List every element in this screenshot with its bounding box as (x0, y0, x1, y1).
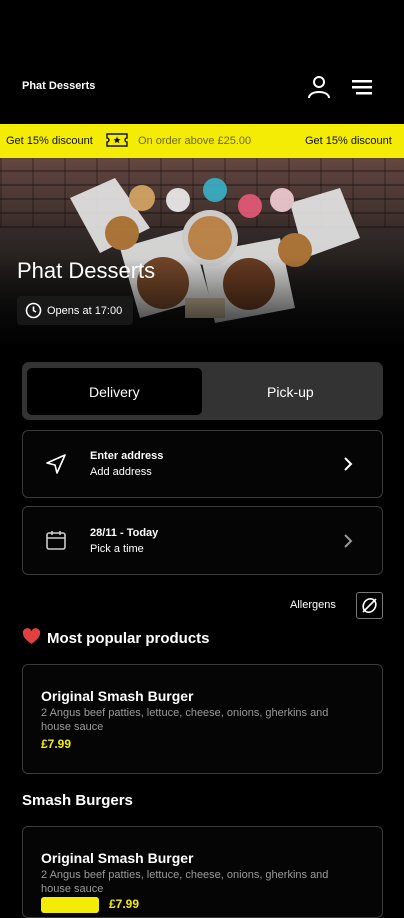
product-name: Original Smash Burger (41, 850, 194, 866)
product-badge (41, 897, 99, 913)
opening-time-badge: Opens at 17:00 (17, 296, 133, 325)
brand-name: Phat Desserts (22, 80, 96, 92)
menu-icon[interactable] (350, 74, 376, 100)
product-price: £7.99 (109, 897, 140, 911)
product-description: 2 Angus beef patties, lettuce, cheese, o… (41, 869, 329, 895)
product-card[interactable]: Original Smash Burger 2 Angus beef patti… (22, 826, 383, 918)
allergens-label[interactable]: Allergens (290, 599, 336, 611)
product-name: Original Smash Burger (41, 688, 194, 704)
heart-icon (22, 628, 41, 651)
ticket-icon (106, 132, 128, 151)
address-subtitle: Add address (90, 466, 152, 478)
promo-middle-text: On order above £25.00 (138, 135, 252, 147)
address-selector[interactable]: Enter address Add address (22, 430, 383, 498)
calendar-icon (45, 529, 67, 556)
location-arrow-icon (45, 453, 67, 480)
address-title: Enter address (90, 450, 164, 462)
allergen-button[interactable] (356, 592, 383, 619)
product-price: £7.99 (41, 737, 72, 751)
pickup-tab-label: Pick-up (267, 384, 314, 400)
time-subtitle: Pick a time (90, 543, 144, 555)
product-card[interactable]: Original Smash Burger 2 Angus beef patti… (22, 664, 383, 774)
promo-banner: Get 15% discount On order above £25.00 G… (0, 124, 404, 158)
promo-right-text: Get 15% discount (305, 135, 392, 147)
allergen-icon (360, 596, 379, 620)
time-selector[interactable]: 28/11 - Today Pick a time (22, 506, 383, 575)
user-icon[interactable] (306, 74, 332, 100)
promo-left-text: Get 15% discount (6, 135, 93, 147)
chevron-right-icon (341, 532, 355, 555)
clock-icon (25, 302, 42, 322)
chevron-right-icon (341, 455, 355, 478)
popular-heading: Most popular products (47, 630, 210, 647)
category-heading: Smash Burgers (22, 792, 133, 809)
hero-title: Phat Desserts (17, 258, 156, 283)
time-title: 28/11 - Today (90, 527, 159, 539)
opening-time-text: Opens at 17:00 (47, 305, 123, 317)
product-description: 2 Angus beef patties, lettuce, cheese, o… (41, 707, 329, 733)
delivery-tab-label: Delivery (89, 384, 140, 400)
